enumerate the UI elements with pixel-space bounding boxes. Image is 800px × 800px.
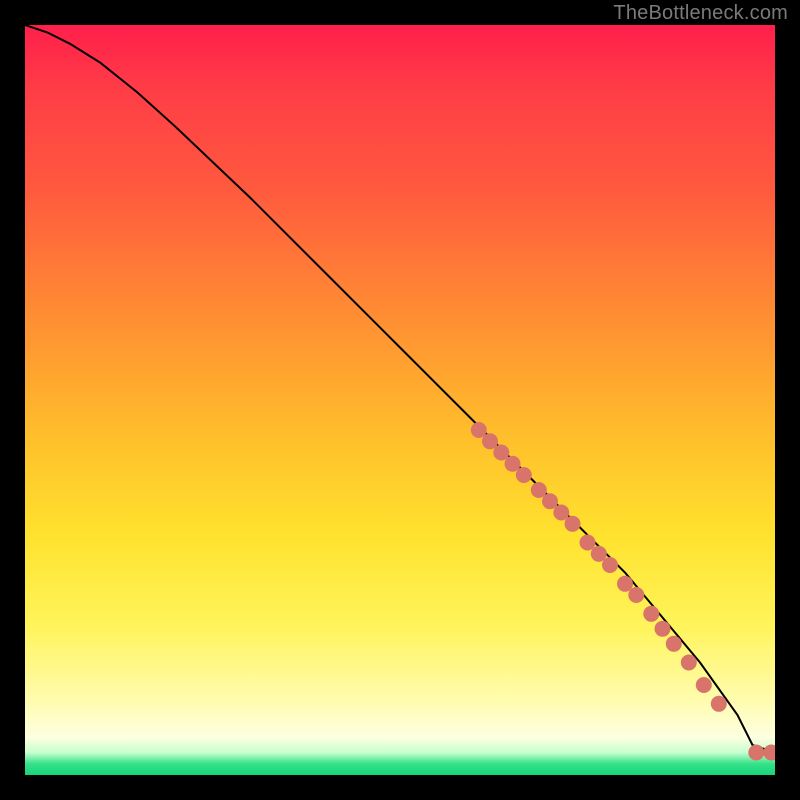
scatter-point — [516, 467, 532, 483]
scatter-point — [580, 535, 596, 551]
scatter-point — [643, 606, 659, 622]
watermark-label: TheBottleneck.com — [613, 2, 788, 25]
scatter-point — [655, 621, 671, 637]
chart-overlay — [25, 25, 775, 775]
curve-path — [25, 25, 775, 753]
scatter-point — [602, 557, 618, 573]
scatter-point — [681, 655, 697, 671]
scatter-point — [628, 587, 644, 603]
scatter-point — [666, 636, 682, 652]
scatter-point — [711, 696, 727, 712]
scatter-point — [748, 745, 764, 761]
scatter-point — [696, 677, 712, 693]
chart-stage: TheBottleneck.com — [0, 0, 800, 800]
plot-area — [25, 25, 775, 775]
scatter-point — [763, 745, 775, 761]
scatter-point — [565, 516, 581, 532]
scatter-group — [471, 422, 775, 761]
